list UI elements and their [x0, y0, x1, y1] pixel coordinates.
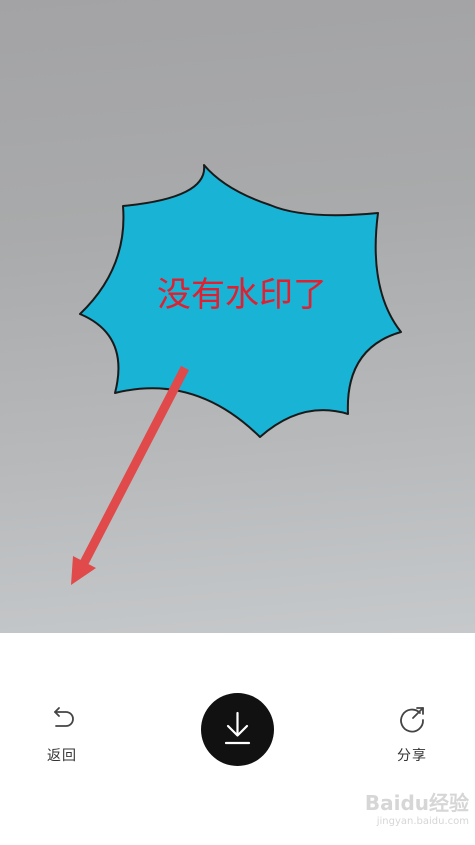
watermark-url: jingyan.baidu.com: [376, 816, 469, 827]
watermark-brand: Baidu经验: [364, 791, 469, 815]
download-icon: [224, 711, 251, 745]
image-preview-screen: 没有水印了 返回 分享 Baidu经验 jingyan.baidu.com: [0, 0, 475, 845]
undo-arrow-icon: [54, 707, 74, 727]
download-button[interactable]: [201, 693, 274, 766]
red-arrow-shaft: [80, 365, 189, 566]
bottom-toolbar: 返回 分享 Baidu经验 jingyan.baidu.com: [0, 633, 475, 845]
back-label: 返回: [47, 748, 77, 764]
share-button[interactable]: 分享: [382, 703, 442, 765]
baidu-jingyan-watermark: Baidu经验 jingyan.baidu.com: [349, 791, 469, 837]
share-rotate-icon: [400, 707, 424, 733]
photo-preview: 没有水印了: [0, 0, 475, 633]
photo-drawing: 没有水印了: [71, 164, 402, 585]
bubble-text: 没有水印了: [157, 275, 327, 315]
back-button[interactable]: 返回: [32, 703, 92, 765]
share-label: 分享: [397, 748, 427, 764]
